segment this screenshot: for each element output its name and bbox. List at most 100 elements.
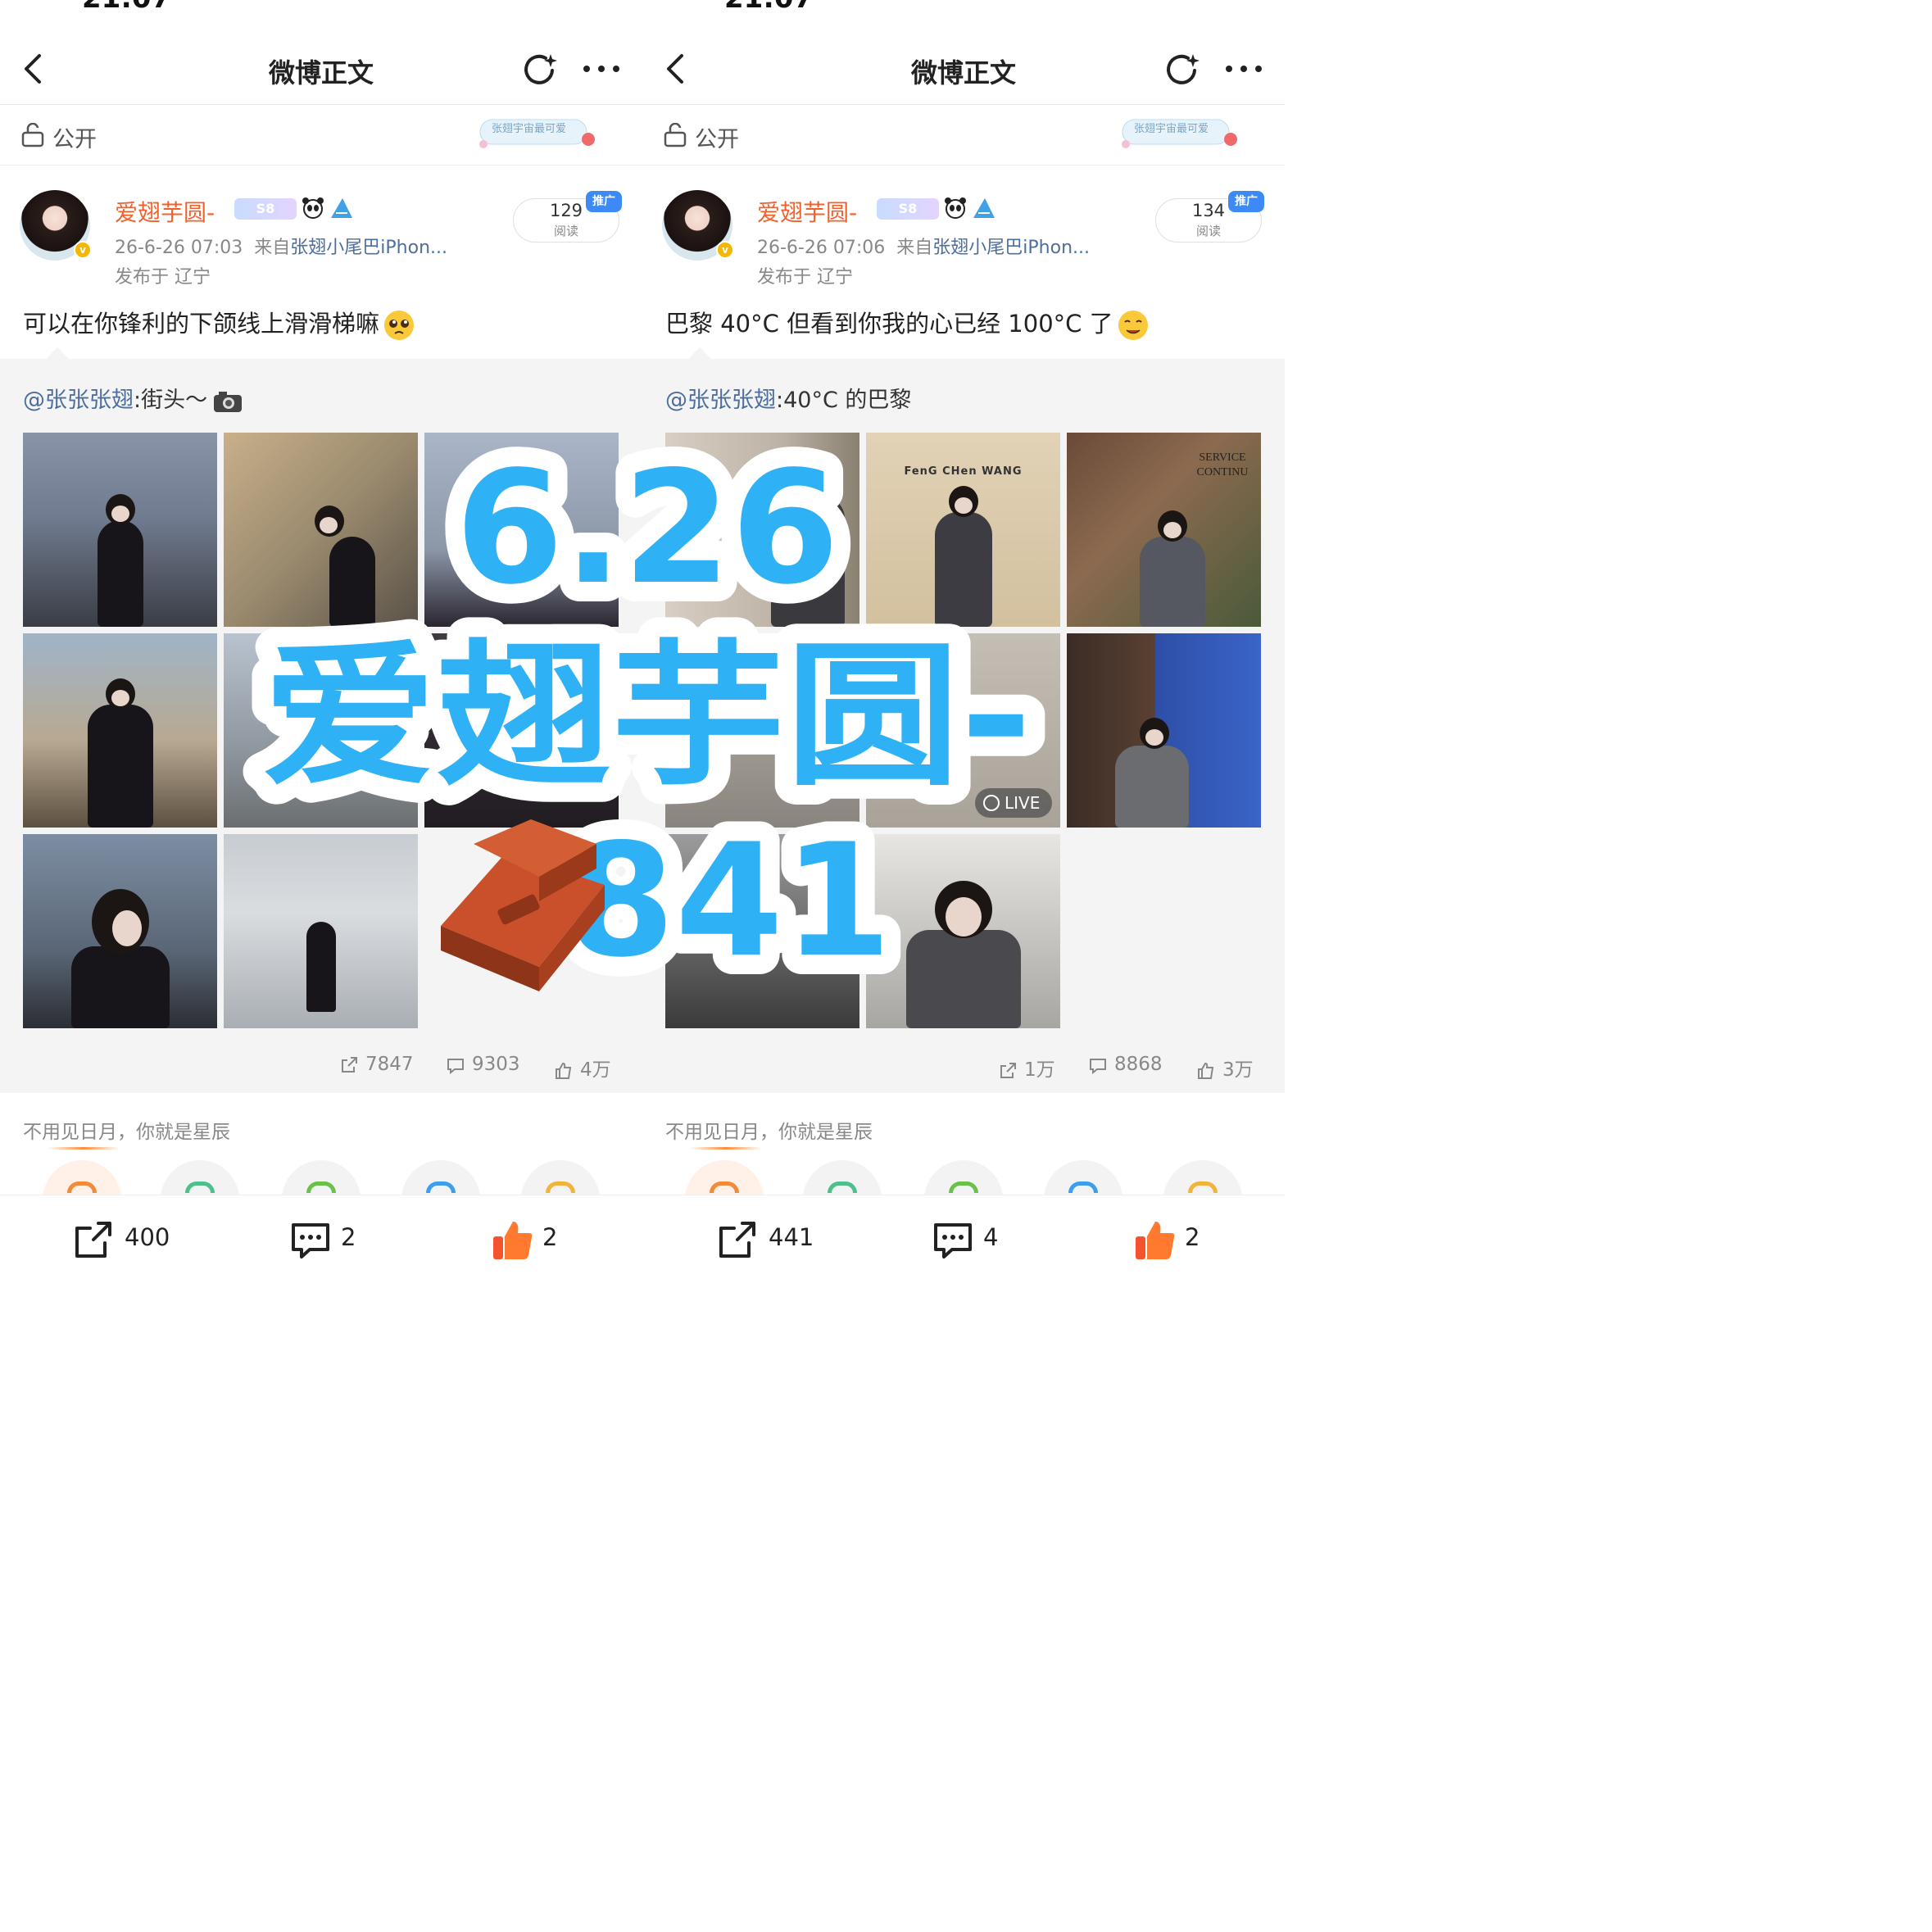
repost-stat[interactable]: 7847 <box>339 1054 414 1075</box>
like-count: 4万 <box>580 1059 611 1081</box>
photo-thumbnail[interactable] <box>424 433 619 627</box>
like-icon <box>1198 1062 1214 1079</box>
retweeted-post[interactable]: @张张张翅:街头～ 7847 9303 4万 <box>0 347 642 1093</box>
like-stat[interactable]: 4万 <box>554 1054 611 1082</box>
author-block: v 爱翅芋圆- S8 26-6-26 07:03 来自张翅小尾巴iPhon...… <box>0 166 642 288</box>
photo-thumbnail[interactable] <box>224 433 418 627</box>
retweeted-post[interactable]: @张张张翅:40°C 的巴黎 FenG CHen WANG SERVICE CO… <box>642 347 1285 1093</box>
photo-thumbnail[interactable] <box>224 633 418 828</box>
unlock-icon <box>21 123 44 147</box>
repost-icon <box>342 1056 357 1073</box>
like-count: 3万 <box>1222 1059 1254 1081</box>
comment-icon <box>292 1223 329 1259</box>
photo-thumbnail[interactable] <box>665 433 859 627</box>
privacy-row: 公开 张翅宇宙最可爱 <box>0 107 642 166</box>
weibo-post-panel-right: 21:07 微博正文 公开 张翅宇宙最可爱 v 爱翅芋圆- S8 <box>642 0 1285 1285</box>
read-label: 阅读 <box>553 224 578 238</box>
like-stat[interactable]: 3万 <box>1196 1054 1254 1082</box>
decorative-card-badge: 张翅宇宙最可爱 <box>477 115 600 156</box>
live-label: LIVE <box>1005 793 1041 813</box>
verified-badge-icon: v <box>716 241 734 259</box>
more-icon[interactable] <box>1224 62 1263 75</box>
privacy-label: 公开 <box>52 127 97 152</box>
nav-bar: 微博正文 <box>642 33 1285 105</box>
author-name[interactable]: 爱翅芋圆- <box>757 195 857 228</box>
author-block: v 爱翅芋圆- S8 26-6-26 07:06 来自张翅小尾巴iPhon...… <box>642 166 1285 288</box>
like-button[interactable]: 2 <box>1132 1218 1200 1264</box>
refresh-icon[interactable] <box>521 51 559 88</box>
repost-button[interactable]: 400 <box>72 1218 170 1264</box>
decorative-badge-text: 张翅宇宙最可爱 <box>1134 123 1209 135</box>
photo-thumbnail[interactable] <box>23 633 217 828</box>
comment-stat[interactable]: 9303 <box>446 1054 520 1075</box>
repost-stat[interactable]: 1万 <box>998 1054 1055 1082</box>
promote-badge[interactable]: 推广 <box>586 191 622 212</box>
source-prefix: 来自 <box>896 238 933 258</box>
post-source-link[interactable]: 张翅小尾巴iPhon... <box>932 238 1090 258</box>
photo-thumbnail[interactable] <box>224 834 418 1028</box>
retweet-mention[interactable]: @张张张翅 <box>23 388 134 413</box>
photo-sign-text: FenG CHen WANG <box>904 465 1023 478</box>
panda-icon <box>302 197 324 219</box>
read-count-pill[interactable]: 134 阅读 推广 <box>1155 191 1264 243</box>
camera-icon <box>214 391 243 412</box>
read-count-pill[interactable]: 129 阅读 推广 <box>513 191 622 243</box>
like-icon <box>556 1062 572 1079</box>
photo-thumbnail[interactable] <box>866 834 1060 1028</box>
post-text: 巴黎 40°C 但看到你我的心已经 100°C 了 <box>665 310 1113 338</box>
signal-battery-icon <box>459 0 582 5</box>
retweet-mention[interactable]: @张张张翅 <box>665 388 776 413</box>
section-underline <box>690 1147 762 1150</box>
promote-badge[interactable]: 推广 <box>1228 191 1264 212</box>
repost-button[interactable]: 441 <box>716 1218 814 1264</box>
status-time: 21:07 <box>724 0 813 15</box>
photo-grid <box>23 433 619 1029</box>
post-source-link[interactable]: 张翅小尾巴iPhon... <box>290 238 447 258</box>
retweet-caret <box>46 347 69 359</box>
more-icon[interactable] <box>582 62 621 75</box>
retweet-text: @张张张翅:街头～ <box>23 382 243 414</box>
bottom-repost-count: 400 <box>125 1223 170 1251</box>
photo-thumbnail[interactable] <box>1067 633 1261 828</box>
thumbs-up-icon <box>493 1222 533 1259</box>
thumbs-up-icon <box>1136 1222 1175 1259</box>
section-label: 不用见日月，你就是星辰 <box>665 1122 873 1143</box>
photo-thumbnail[interactable]: FenG CHen WANG <box>866 433 1060 627</box>
comment-button[interactable]: 4 <box>931 1218 998 1264</box>
photo-thumbnail[interactable] <box>424 633 619 828</box>
comment-count: 9303 <box>472 1054 520 1075</box>
author-badges: S8 <box>234 197 357 221</box>
author-name[interactable]: 爱翅芋圆- <box>115 195 215 228</box>
refresh-icon[interactable] <box>1163 51 1201 88</box>
comment-icon <box>934 1223 972 1259</box>
drooling-face-icon <box>1118 311 1148 340</box>
photo-grid: FenG CHen WANG SERVICE CONTINU LIVE <box>665 433 1262 1029</box>
photo-thumbnail[interactable] <box>23 834 217 1028</box>
post-body: 巴黎 40°C 但看到你我的心已经 100°C 了 <box>665 305 1150 342</box>
retweet-body: :40°C 的巴黎 <box>776 388 912 413</box>
repost-icon <box>719 1222 755 1258</box>
comment-count: 8868 <box>1114 1054 1163 1075</box>
post-location: 发布于 辽宁 <box>115 267 211 288</box>
photo-thumbnail[interactable] <box>665 633 859 828</box>
comment-button[interactable]: 2 <box>288 1218 356 1264</box>
photo-thumbnail[interactable] <box>23 433 217 627</box>
photo-thumbnail[interactable]: SERVICE CONTINU <box>1067 433 1261 627</box>
live-photo-badge[interactable]: LIVE <box>975 788 1052 818</box>
verified-badge-icon: v <box>74 241 92 259</box>
post-text: 可以在你锋利的下颌线上滑滑梯嘛 <box>23 310 380 338</box>
bottom-action-bar: 441 4 2 <box>642 1195 1285 1285</box>
section-underline <box>48 1147 120 1150</box>
retweet-stats: 1万 8868 3万 <box>642 1054 1285 1086</box>
nav-bar: 微博正文 <box>0 33 642 105</box>
photo-thumbnail[interactable] <box>665 834 859 1028</box>
comment-icon <box>1090 1058 1106 1074</box>
photo-thumbnail[interactable]: LIVE <box>866 633 1060 828</box>
status-bar: 21:07 <box>0 0 642 18</box>
comment-stat[interactable]: 8868 <box>1088 1054 1163 1075</box>
photo-sign-text: SERVICE CONTINU <box>1196 451 1249 478</box>
retweet-text: @张张张翅:40°C 的巴黎 <box>665 382 911 414</box>
like-button[interactable]: 2 <box>490 1218 557 1264</box>
repost-icon <box>75 1222 111 1258</box>
decorative-badge-text: 张翅宇宙最可爱 <box>492 123 567 135</box>
